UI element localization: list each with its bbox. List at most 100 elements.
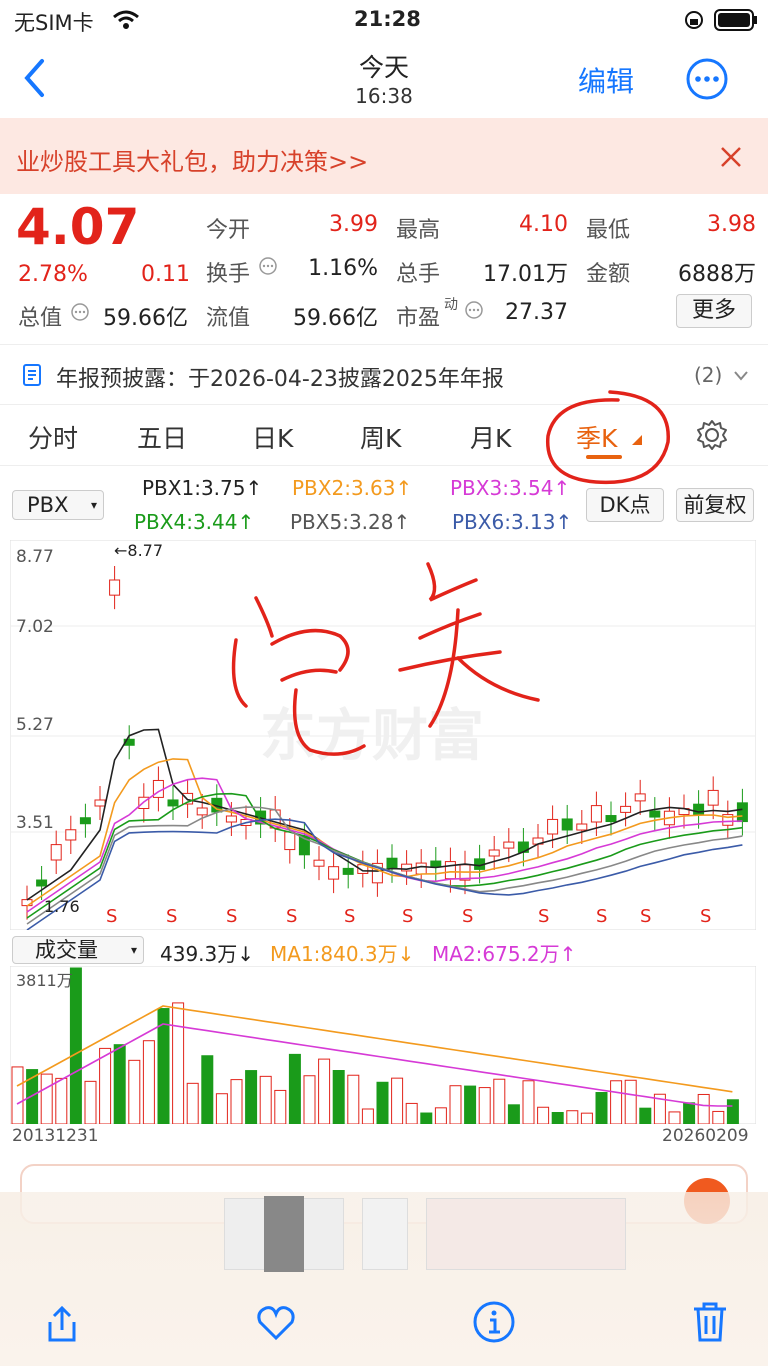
volume-bar	[668, 1111, 681, 1124]
total-value: 59.66亿	[103, 306, 188, 331]
candle-body	[94, 799, 106, 807]
volume-bar	[610, 1080, 623, 1124]
notice-count: (2)	[694, 363, 723, 387]
total-value-label: 总值	[18, 306, 63, 331]
volume-bar	[624, 1079, 637, 1124]
volume-bar	[318, 1058, 331, 1124]
sell-signal-label: S	[640, 906, 651, 927]
tab-intraday[interactable]: 分时	[28, 419, 78, 455]
sell-signal-label: S	[106, 906, 117, 927]
volume-bar	[726, 1099, 739, 1124]
tab-weekly-k[interactable]: 周K	[360, 419, 401, 455]
volume-bar	[201, 1055, 214, 1124]
candle-body	[503, 841, 515, 849]
carrier-label: 无SIM卡	[14, 11, 94, 35]
volume-bar	[259, 1075, 272, 1124]
volume-bar	[712, 1110, 725, 1124]
volume-bar	[99, 1047, 112, 1124]
candle-body	[605, 815, 617, 823]
sell-signal-label: S	[226, 906, 237, 927]
candlestick-chart[interactable]: 东方财富 8.77 7.02 5.27 3.51 ←8.77 1.76 SSSS…	[10, 540, 756, 930]
candle-body	[21, 899, 33, 907]
candle-body	[196, 807, 208, 816]
candle-body	[561, 818, 573, 831]
volume-bar	[580, 1112, 593, 1124]
candle-body	[590, 805, 602, 823]
candle-body	[284, 831, 296, 851]
y-label-3: 5.27	[16, 715, 54, 735]
tab-five-day[interactable]: 五日	[137, 419, 187, 455]
candle-body	[79, 817, 91, 825]
sell-signal-label: S	[538, 906, 549, 927]
tab-daily-k[interactable]: 日K	[252, 419, 293, 455]
candle-body	[386, 857, 398, 870]
pbx4-value: PBX4:3.44↑	[134, 510, 255, 534]
candle-body	[225, 815, 237, 823]
battery-icon	[714, 9, 757, 31]
close-icon[interactable]	[720, 146, 742, 168]
more-button[interactable]: 更多	[676, 294, 752, 328]
info-icon[interactable]	[472, 1300, 516, 1344]
low-value: 3.98	[707, 212, 756, 237]
volume-current: 439.3万↓	[160, 942, 255, 966]
sell-signal-label: S	[700, 906, 711, 927]
nav-bar: 今天 16:38 编辑	[0, 40, 768, 118]
volume-bar	[230, 1079, 243, 1124]
candle-body	[65, 829, 77, 841]
photo-toolbar	[0, 1164, 768, 1366]
heart-icon[interactable]	[254, 1300, 298, 1344]
pbx1-value: PBX1:3.75↑	[142, 476, 263, 500]
candle-body	[167, 799, 179, 807]
info-circle-icon[interactable]	[70, 302, 90, 322]
chevron-down-icon[interactable]	[734, 371, 748, 381]
notice-text[interactable]: 年报预披露：于2026-04-23披露2025年年报	[56, 361, 504, 393]
volume-indicator-label: 成交量	[35, 938, 98, 962]
promo-banner[interactable]: 业炒股工具大礼包，助力决策>>	[0, 118, 768, 194]
volume-chart[interactable]: 3811万	[10, 966, 756, 1124]
thumbnail-current[interactable]	[264, 1196, 304, 1272]
edit-button[interactable]: 编辑	[578, 60, 634, 100]
trash-icon[interactable]	[688, 1300, 732, 1344]
candle-body	[488, 849, 500, 857]
volume-indicator-select[interactable]: 成交量 ▾	[12, 936, 144, 964]
thumbnail-strip[interactable]	[426, 1198, 626, 1270]
amount-value: 6888万	[678, 262, 756, 287]
tab-monthly-k[interactable]: 月K	[470, 419, 511, 455]
rotation-lock-icon	[685, 11, 703, 29]
info-circle-icon[interactable]	[258, 256, 278, 276]
volume-bar	[347, 1074, 360, 1124]
thumbnail-2[interactable]	[362, 1198, 408, 1270]
candle-body	[50, 844, 62, 861]
volume-bar	[303, 1075, 316, 1124]
share-icon[interactable]	[40, 1300, 84, 1344]
volume-bar	[361, 1108, 374, 1124]
banner-text[interactable]: 业炒股工具大礼包，助力决策>>	[16, 142, 368, 177]
pe-label: 市盈	[396, 306, 441, 331]
candle-body	[342, 867, 354, 875]
amount-label: 金额	[586, 262, 631, 287]
pbx5-value: PBX5:3.28↑	[290, 510, 411, 534]
info-circle-icon[interactable]	[464, 300, 484, 320]
last-price: 4.07	[16, 198, 140, 256]
end-date: 20260209	[662, 1126, 749, 1146]
volume-bar	[55, 1077, 68, 1124]
start-date: 20131231	[12, 1126, 99, 1146]
sell-signal-label: S	[166, 906, 177, 927]
forward-adjust-button[interactable]: 前复权	[676, 488, 754, 522]
nav-title: 今天	[358, 53, 409, 82]
volume-bar	[172, 1002, 185, 1124]
volume-bar	[507, 1104, 520, 1124]
volume-bar	[11, 1066, 24, 1124]
gear-icon[interactable]	[696, 419, 728, 451]
candle-body	[649, 810, 661, 818]
volume-bar	[113, 1044, 126, 1124]
candle-body	[430, 860, 442, 868]
main-indicator-select[interactable]: PBX ▾	[12, 490, 104, 520]
sell-signal-label: S	[286, 906, 297, 927]
candle-body	[576, 823, 588, 831]
volume-bar	[405, 1102, 418, 1124]
candle-body	[36, 879, 48, 887]
volume-bar	[493, 1078, 506, 1124]
more-options-icon[interactable]	[686, 58, 728, 100]
sell-signal-label: S	[402, 906, 413, 927]
